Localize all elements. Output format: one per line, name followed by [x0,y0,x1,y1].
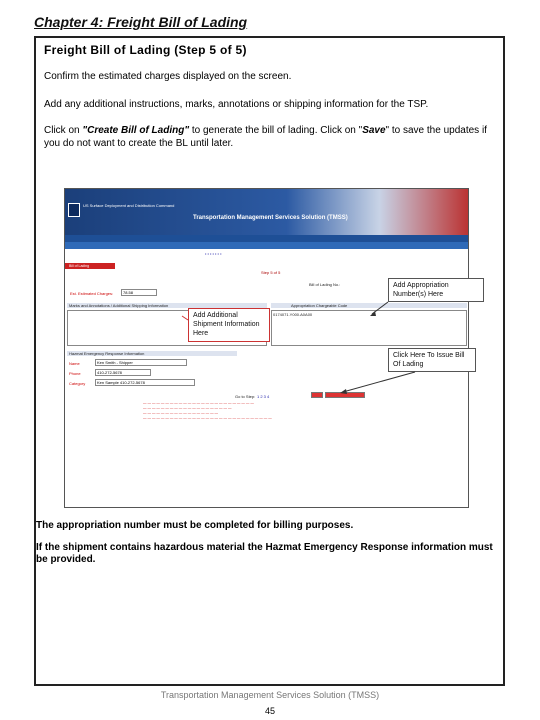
create-bl-button[interactable] [325,392,365,398]
bl-tab-label: Bill of Lading [69,264,90,268]
page-title: Freight Bill of Lading (Step 5 of 5) [44,43,247,57]
name-label: Name [69,361,80,366]
agency-name: US Surface Deployment and Distribution C… [83,203,175,208]
name-field[interactable]: Ken Smith - Shipper [95,359,187,366]
hazmat-label: Hazmat Emergency Response Information [69,351,145,356]
marks-label: Marks and Annotations / Additional Shipp… [69,303,169,308]
chapter-title: Chapter 4: Freight Bill of Lading [34,14,248,30]
goto-step-links[interactable]: 1 2 3 4 [257,394,269,399]
app-links[interactable]: • • • • • • • [205,251,221,256]
phone-field[interactable]: 410-272-5678 [95,369,151,376]
instruction-create: Click on "Create Bill of Lading" to gene… [44,124,499,150]
instruction-confirm: Confirm the estimated charges displayed … [44,71,292,82]
app-nav-bar[interactable] [65,235,468,242]
agency-logo [68,203,80,217]
create-bl-reference: "Create Bill of Lading" [82,125,190,136]
estimated-charges-label: Est. Estimated Charges: [70,291,114,296]
instruction-text: Click on [44,125,83,136]
goto-step-label: Go to Step: [235,394,256,399]
step-indicator: Step 5 of 5 [261,270,281,275]
instruction-lines: — — — — — — — — — — — — — — — — — — — — … [143,401,272,420]
save-button[interactable] [311,392,323,398]
callout-additional-info: Add Additional Shipment Information Here [188,308,270,342]
approp-label: Appropriation Chargeable Code [291,303,348,308]
category-field[interactable]: Ken Sample 410-272-5678 [95,379,195,386]
page-number: 45 [264,706,275,716]
bl-tab[interactable]: Bill of Lading [65,263,115,269]
category-label: Category [69,381,86,386]
bl-number-label: Bill of Lading No.: [309,282,341,287]
estimated-charges-field[interactable]: 78.58 [121,289,157,296]
approp-value: 0174071.Y000.A0A00 [273,312,313,317]
callout-issue-bl: Click Here To Issue Bill Of Lading [388,348,476,372]
callout-appropriation: Add Appropriation Number(s) Here [388,278,484,302]
save-reference: Save [362,125,386,136]
app-sub-nav-bar[interactable] [65,242,468,249]
instruction-add-info: Add any additional instructions, marks, … [44,99,429,110]
instruction-text: to generate the bill of lading. Click on… [189,125,363,136]
note-hazmat: If the shipment contains hazardous mater… [36,542,493,565]
app-title: Transportation Management Services Solut… [193,215,348,221]
phone-label: Phone [69,371,81,376]
footer-text: Transportation Management Services Solut… [160,690,380,700]
note-appropriation: The appropriation number must be complet… [36,520,354,531]
app-banner: US Surface Deployment and Distribution C… [65,189,468,235]
